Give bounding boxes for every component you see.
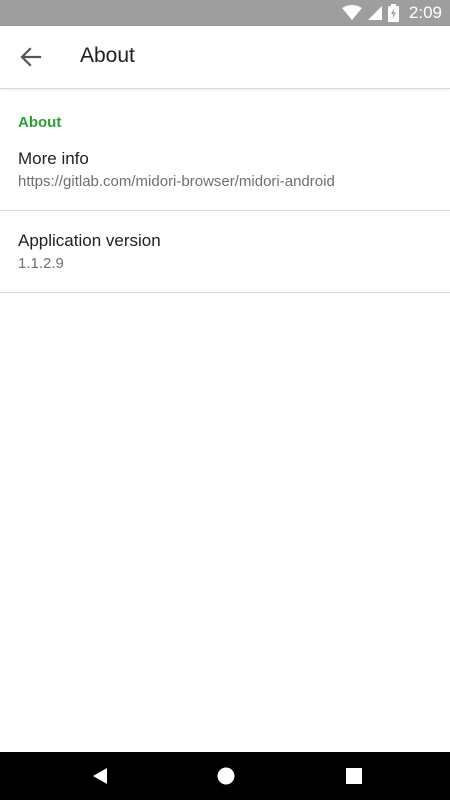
recents-square-icon [346,768,362,784]
nav-home-button[interactable] [214,764,238,788]
navigation-bar [0,752,450,800]
status-time: 2:09 [408,3,442,22]
home-circle-icon [217,767,235,785]
nav-recents-button[interactable] [342,764,366,788]
pref-item-more-info[interactable]: More info https://gitlab.com/midori-brow… [0,139,450,211]
status-bar: 2:09 [0,0,450,26]
back-button[interactable] [12,38,50,76]
page-title: About [80,44,135,67]
pref-summary: 1.1.2.9 [18,255,64,272]
preferences-list: About More info https://gitlab.com/midor… [0,89,450,293]
pref-title: More info [18,149,89,168]
pref-title: Application version [18,231,161,250]
pref-summary: https://gitlab.com/midori-browser/midori… [18,173,335,190]
battery-charging-icon [387,4,399,22]
toolbar: About [0,26,450,89]
arrow-left-icon [20,47,42,67]
cellular-signal-icon [367,6,382,20]
back-triangle-icon [93,768,107,784]
pref-item-application-version[interactable]: Application version 1.1.2.9 [0,211,450,293]
category-header-about: About [18,114,62,131]
nav-back-button[interactable] [88,764,112,788]
wifi-icon [341,5,362,20]
status-icons: 2:09 [341,0,442,26]
